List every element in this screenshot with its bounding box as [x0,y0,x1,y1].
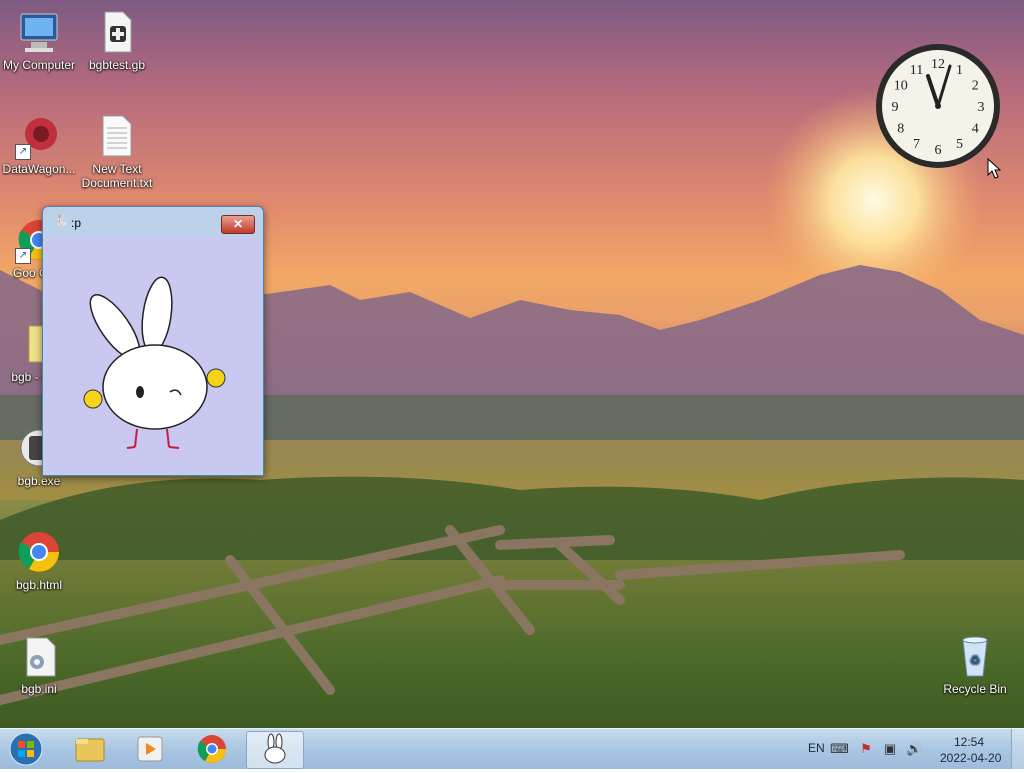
mouse-cursor-icon [987,158,1001,179]
clock-numeral: 2 [972,79,979,94]
start-button[interactable] [6,731,46,767]
desktop-icon-my-computer[interactable]: My Computer [0,8,78,72]
recycle-bin-icon: ♻ [951,632,999,680]
clock-time[interactable]: 12:54 [954,735,984,749]
window-title: :p [71,216,82,230]
desktop-icon-label: Recycle Bin [943,682,1007,696]
bunny-icon: 🐇 [53,214,68,228]
volume-icon[interactable]: 🔊 [906,741,922,757]
clock-gadget[interactable]: 12 1 2 3 4 5 6 7 8 9 10 11 [874,42,1002,170]
clock-numeral: 8 [897,122,904,137]
clock-numeral: 5 [956,137,963,152]
bunny-sprite [83,276,226,449]
windows-logo-icon [9,732,43,766]
taskbar-bunny-app-button[interactable] [246,731,304,769]
bunny-icon [264,733,286,764]
app-window[interactable]: 🐇 :p ✕ [42,206,264,476]
desktop-icon-bgb-ini[interactable]: bgb.ini [0,632,78,696]
desktop-icon-label: bgb.html [15,578,63,592]
clock-numeral: 7 [913,137,920,152]
show-desktop-button[interactable] [1011,729,1024,769]
keyboard-icon[interactable]: ⌨ [830,741,849,757]
desktop-icon-datawagon[interactable]: ↗ DataWagon... [0,112,78,176]
action-center-flag-icon[interactable]: ⚑ [858,741,874,757]
clock-numeral: 4 [972,122,979,137]
media-player-icon [137,736,163,762]
desktop-icon-recycle-bin[interactable]: ♻ Recycle Bin [936,632,1014,696]
clock-numeral: 10 [894,79,908,94]
desktop-icon-label: My Computer [2,58,76,72]
settings-file-icon [15,632,63,680]
folder-icon [75,738,105,762]
desktop-icon-label: DataWagon... [2,162,76,176]
desktop-icon-label: bgbtest.gb [88,58,146,72]
desktop-icon-bgbtest[interactable]: bgbtest.gb [78,8,156,72]
clock-numeral: 3 [978,100,985,115]
window-client-area [45,237,261,473]
desktop-icon-label: New Text Document.txt [81,162,153,190]
network-icon[interactable]: ▣ [882,741,898,757]
language-indicator[interactable]: EN [808,741,825,755]
text-file-icon [93,112,141,160]
clock-numeral: 1 [956,63,963,78]
clock-numeral: 11 [910,63,923,78]
taskbar-media-player-button[interactable] [122,731,178,767]
clock-date[interactable]: 2022-04-20 [940,751,1001,765]
desktop-icon-label: bgb.ini [21,682,57,696]
taskbar-explorer-button[interactable] [62,731,118,767]
clock-numeral: 6 [935,143,942,158]
shortcut-arrow-icon: ↗ [15,144,31,160]
desktop-icon-new-text-document[interactable]: New Text Document.txt [78,112,156,190]
desktop-background: My Computer bgbtest.gb ↗ DataWagon... Ne… [0,0,1024,728]
close-button[interactable]: ✕ [221,215,255,234]
desktop-icon-label: bgb.exe [17,474,61,488]
gb-file-icon [93,8,141,56]
shortcut-arrow-icon: ↗ [15,248,31,264]
desktop-icon-bgb-html[interactable]: bgb.html [0,528,78,592]
chrome-icon [197,735,226,763]
window-titlebar[interactable]: 🐇 :p ✕ [43,207,263,235]
clock-numeral: 9 [892,100,899,115]
computer-icon [15,8,63,56]
gear-cluster-icon: ↗ [15,112,63,160]
clock-numeral: 12 [931,57,945,72]
svg-text:♻: ♻ [970,653,981,667]
analog-clock-face: 12 12 3 45678 9 1011 [876,44,1000,168]
taskbar-chrome-button[interactable] [184,731,240,767]
chrome-icon [15,528,63,576]
taskbar: EN ⌨ ⚑ ▣ 🔊 12:54 2022-04-20 [0,728,1024,769]
